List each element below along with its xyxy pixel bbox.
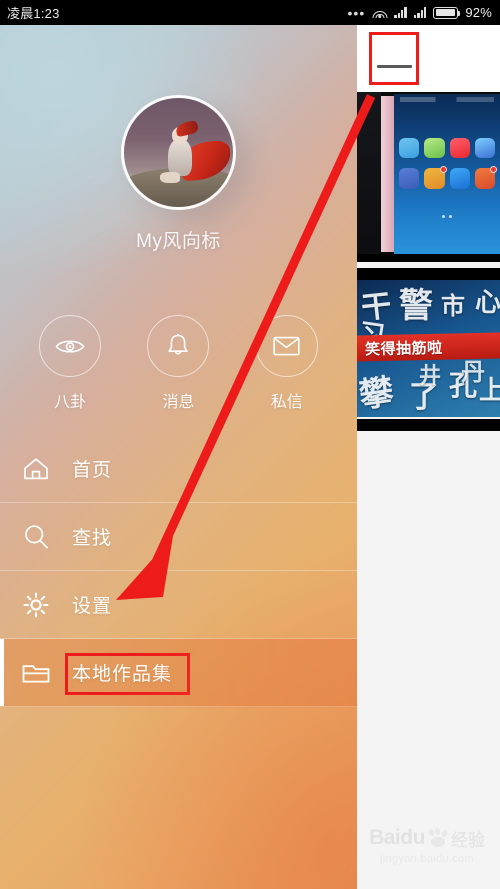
quick-action-gossip[interactable]: 八卦 [39, 315, 102, 412]
watermark-brand: Baidu [369, 826, 425, 849]
thumbnail-phone-home-screen[interactable] [357, 92, 500, 262]
paw-icon [427, 827, 448, 848]
battery-icon [433, 6, 461, 19]
menu-item-label: 设置 [72, 596, 113, 617]
username-label: My风向标 [136, 231, 221, 252]
quick-action-private-message[interactable]: 私信 [255, 315, 318, 412]
battery-percent: 92% [465, 5, 492, 20]
menu-item-label: 首页 [72, 460, 113, 481]
menu-item-label: 查找 [72, 528, 113, 549]
poster-bottom-band [357, 419, 500, 431]
quick-action-label: 八卦 [54, 394, 87, 411]
avatar[interactable] [121, 95, 236, 210]
poster-red-banner: 笑得抽筋啦 [357, 332, 500, 362]
gear-icon [0, 591, 72, 619]
poster-top-band [357, 268, 500, 280]
eye-icon [39, 315, 102, 377]
home-icon [0, 456, 72, 482]
more-dots-icon: ••• [347, 4, 366, 21]
menu-item-search[interactable]: 查找 [0, 503, 357, 571]
signal-icon [394, 7, 407, 18]
profile-section: My风向标 [0, 25, 357, 253]
quick-actions-row: 八卦 消息 私信 [0, 315, 357, 412]
watermark-url: jingyan.baidu.com [380, 852, 474, 865]
status-time: 凌晨1:23 [7, 6, 60, 21]
photo-dark-edge [357, 92, 381, 262]
photo-page-dots [394, 215, 500, 218]
wifi-icon [372, 7, 388, 18]
quick-action-label: 私信 [270, 394, 303, 411]
poster-banner-text: 笑得抽筋啦 [364, 339, 443, 358]
status-bar: 凌晨1:23 ••• 92% [0, 0, 500, 25]
search-icon [0, 523, 72, 551]
drawer-menu: 首页 查找 设置 本地作品集 [0, 435, 357, 707]
photo-app-grid [399, 138, 497, 195]
bell-icon [147, 315, 210, 377]
photo-bottom-band [357, 254, 500, 262]
navigation-drawer: My风向标 八卦 消息 私信 首页 查找 设置 本地作品集 [0, 25, 357, 889]
quick-action-messages[interactable]: 消息 [147, 315, 210, 412]
photo-status-row [400, 97, 494, 102]
photo-phone-screen [394, 94, 500, 254]
baidu-watermark: Baidu 经验 jingyan.baidu.com [363, 821, 491, 869]
thumbnail-blue-poster[interactable]: 干 警 市 心 习 攀 了 孔 上 井 丹 笑得抽筋啦 [357, 268, 500, 431]
poster-body: 干 警 市 心 习 攀 了 孔 上 井 丹 笑得抽筋啦 [357, 280, 500, 417]
envelope-icon [255, 315, 318, 377]
folder-icon [0, 660, 72, 686]
phone-screen: 干 警 市 心 习 攀 了 孔 上 井 丹 笑得抽筋啦 [0, 0, 500, 889]
menu-item-local-works[interactable]: 本地作品集 [0, 639, 357, 707]
quick-action-label: 消息 [162, 394, 195, 411]
menu-item-settings[interactable]: 设置 [0, 571, 357, 639]
signal-icon [413, 7, 427, 18]
photo-phone-bezel [381, 96, 394, 253]
annotation-box-local-works [65, 653, 190, 695]
menu-item-home[interactable]: 首页 [0, 435, 357, 503]
watermark-suffix: 经验 [450, 830, 485, 850]
